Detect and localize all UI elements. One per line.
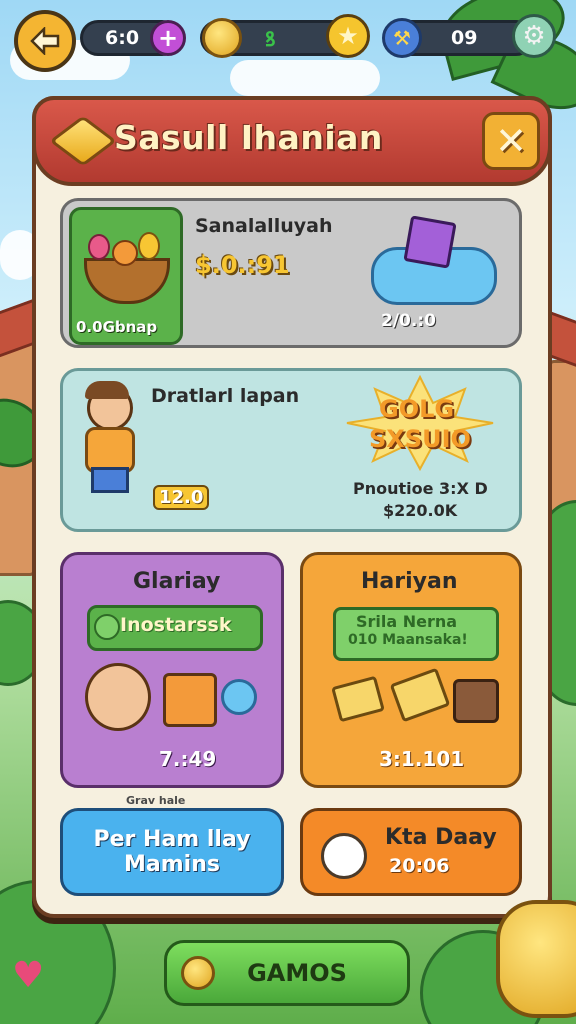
box-icon [163, 673, 217, 727]
back-arrow-icon [30, 27, 60, 55]
plus-icon: + [157, 24, 179, 52]
gem-icon [49, 115, 117, 167]
settings-button[interactable]: ⚙ [512, 14, 556, 58]
speech-bubble: Srila Nerna 010 Maansaka! [333, 607, 499, 661]
cloud [230, 60, 380, 96]
shop-panel: Sasull Ihanian ✕ 0.0Gbnap Sanalalluyah $… [32, 96, 552, 918]
card-title: Glariay [133, 569, 221, 594]
close-icon: ✕ [495, 119, 527, 163]
gold-nugget-icon [496, 900, 576, 1018]
card-title: Hariyan [361, 569, 458, 594]
card-title: Dratlarl lapan [151, 385, 300, 407]
play-button[interactable]: Per Ham llay Mamins [60, 808, 284, 896]
level-badge: 12.0 [153, 485, 210, 510]
card-title: Sanalalluyah [195, 215, 333, 237]
games-button-label: GAMOS [247, 959, 347, 987]
gear-icon: ⚙ [522, 21, 546, 51]
burst-icon [346, 375, 494, 471]
play-button-line-2: Mamins [124, 852, 220, 877]
chicken-icon [321, 833, 367, 879]
daily-button-line-2: 20:06 [389, 855, 450, 877]
basket-badge: 0.0Gbnap [76, 318, 158, 336]
coin-icon [94, 614, 120, 640]
orb-icon [221, 679, 257, 715]
coin-icon [202, 18, 242, 58]
flower-icon [88, 234, 110, 260]
coins-mark-icon: ꝸ [265, 26, 276, 51]
footer-note: Grav hale [126, 794, 186, 807]
card-value: 7.:49 [159, 747, 217, 771]
lives-value: 6:0 [105, 27, 140, 49]
banner-text: Inostarssk [120, 614, 232, 636]
promo-line-2: $220.0K [383, 501, 458, 520]
card-value: 3:1.101 [379, 747, 465, 771]
back-button[interactable] [14, 10, 76, 72]
chest-icon [453, 679, 499, 723]
heart-icon: ♥ [12, 955, 45, 996]
panel-header: Sasull Ihanian ✕ [32, 96, 552, 186]
daily-button[interactable]: Kta Daay 20:06 [300, 808, 522, 896]
card-banner: Inostarssk [87, 605, 263, 651]
kid-face-icon [85, 663, 151, 731]
add-lives-button[interactable]: + [150, 20, 186, 56]
burst-line-1: GOLG [379, 395, 455, 423]
bubble-line-2: 010 Maansaka! [348, 632, 468, 648]
offer-card-hariyan[interactable]: Hariyan Srila Nerna 010 Maansaka! 3:1.10… [300, 552, 522, 788]
hammer-icon: ⚒ [382, 18, 422, 58]
card-price: $.0.:91 [195, 251, 290, 279]
character-hair [85, 381, 129, 399]
close-button[interactable]: ✕ [482, 112, 540, 170]
character-shorts [91, 467, 129, 493]
tag-icon [389, 667, 451, 723]
fruit-icon [112, 240, 138, 266]
frame-icon [403, 215, 457, 269]
coin-icon [181, 956, 215, 990]
gems-value: 09 [451, 27, 478, 49]
play-button-line-1: Per Ham llay [93, 827, 251, 852]
games-button[interactable]: GAMOS [164, 940, 410, 1006]
offer-card-basket[interactable]: 0.0Gbnap Sanalalluyah $.0.:91 2/0.:0 [60, 198, 522, 348]
star-shop-button[interactable]: ★ [326, 14, 370, 58]
offer-card-glariay[interactable]: Glariay Inostarssk 7.:49 [60, 552, 284, 788]
panel-title: Sasull Ihanian [114, 118, 383, 157]
ticket-icon [331, 675, 385, 723]
offer-card-character[interactable]: 12.0 Dratlarl lapan GOLG SXSUIO Pnoutioe… [60, 368, 522, 532]
daily-button-line-1: Kta Daay [385, 825, 497, 850]
card-value: 2/0.:0 [381, 311, 436, 331]
basket-thumbnail: 0.0Gbnap [69, 207, 183, 345]
promo-line-1: Pnoutioe 3:X D [353, 479, 488, 498]
corn-icon [138, 232, 160, 260]
bubble-line-1: Srila Nerna [356, 612, 458, 631]
star-icon: ★ [337, 22, 359, 50]
burst-line-2: SXSUIO [369, 425, 471, 453]
